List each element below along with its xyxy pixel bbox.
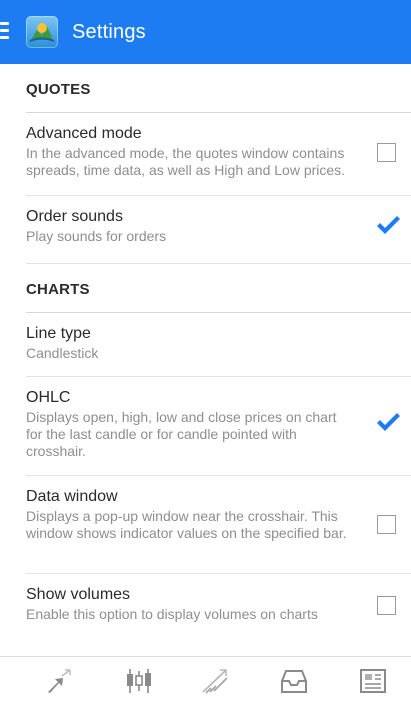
section-header-quotes: QUOTES [26, 64, 411, 113]
quotes-arrows-icon[interactable] [45, 667, 75, 695]
section-header-charts: CHARTS [26, 264, 411, 313]
setting-description: Displays open, high, low and close price… [26, 409, 337, 459]
setting-title: Show volumes [26, 586, 131, 603]
bottom-navigation [0, 656, 411, 703]
metatrader-logo-icon[interactable] [26, 16, 58, 48]
menu-icon[interactable] [0, 22, 9, 40]
setting-line-type[interactable]: Line type Candlestick [26, 313, 411, 377]
settings-list: QUOTES Advanced mode In the advanced mod… [26, 64, 411, 638]
checkmark-icon [377, 413, 400, 431]
setting-description: In the advanced mode, the quotes window … [26, 145, 346, 178]
app-bar: Settings [0, 0, 411, 64]
advanced-mode-checkbox[interactable] [377, 143, 396, 162]
page-title: Settings [72, 21, 146, 43]
ohlc-checkbox[interactable] [377, 413, 400, 434]
show-volumes-checkbox[interactable] [377, 596, 396, 615]
history-inbox-icon[interactable] [279, 667, 309, 695]
section-charts: CHARTS Line type Candlestick OHLC Displa… [26, 264, 411, 638]
setting-title: Line type [26, 325, 91, 342]
checkmark-icon [377, 216, 400, 234]
setting-title: OHLC [26, 389, 71, 406]
setting-show-volumes[interactable]: Show volumes Enable this option to displ… [26, 574, 411, 638]
setting-value: Candlestick [26, 345, 99, 361]
setting-description: Displays a pop-up window near the crossh… [26, 508, 347, 541]
setting-description: Enable this option to display volumes on… [26, 606, 318, 622]
setting-advanced-mode[interactable]: Advanced mode In the advanced mode, the … [26, 113, 411, 196]
chart-candles-icon[interactable] [124, 667, 154, 695]
section-quotes: QUOTES Advanced mode In the advanced mod… [26, 64, 411, 264]
setting-title: Order sounds [26, 208, 123, 225]
setting-title: Advanced mode [26, 125, 142, 142]
setting-title: Data window [26, 488, 118, 505]
setting-data-window[interactable]: Data window Displays a pop-up window nea… [26, 476, 411, 574]
data-window-checkbox[interactable] [377, 515, 396, 534]
news-icon[interactable] [358, 667, 388, 695]
setting-ohlc[interactable]: OHLC Displays open, high, low and close … [26, 377, 411, 476]
setting-order-sounds[interactable]: Order sounds Play sounds for orders [26, 196, 411, 264]
setting-description: Play sounds for orders [26, 228, 167, 244]
order-sounds-checkbox[interactable] [377, 216, 400, 237]
trade-icon[interactable] [200, 667, 230, 695]
